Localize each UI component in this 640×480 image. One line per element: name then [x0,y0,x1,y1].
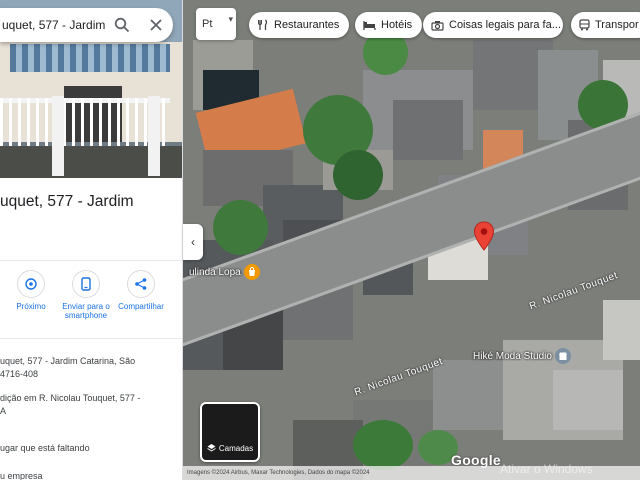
layers-button[interactable]: Camadas [200,402,260,462]
add-missing-place-link[interactable]: ugar que está faltando [0,442,175,454]
search-icon[interactable] [105,8,139,42]
address-line[interactable]: uquet, 577 - Jardim Catarina, São [0,355,175,367]
fork-knife-icon [257,19,269,31]
tree [213,200,268,255]
chip-hotels[interactable]: Hotéis [355,12,423,38]
photo-tiles [10,44,170,72]
location-pin-icon[interactable] [473,221,495,251]
photo-post [148,96,160,176]
nearby-icon [17,270,45,298]
building [553,370,623,430]
share-label: Compartilhar [118,302,164,311]
place-title: uquet, 577 - Jardim [0,193,134,210]
windows-activation-watermark: Ativar o Windows [500,462,593,476]
share-icon [127,270,155,298]
phone-icon [72,270,100,298]
chevron-down-icon: ▾ [228,14,233,24]
bus-icon [579,19,590,31]
collapse-panel-button[interactable]: ‹ [183,224,203,260]
chip-label: Hotéis [381,19,413,31]
photo-post [52,96,64,176]
poi-label: ulinda Lopa [189,266,241,278]
bed-icon [363,20,376,31]
divider [0,338,182,339]
poi-marker[interactable]: Hiké Moda Studio [473,348,574,364]
layers-icon [207,443,216,454]
close-icon[interactable] [139,8,173,42]
search-input[interactable]: uquet, 577 - Jardim Cata [0,18,105,32]
tree [333,150,383,200]
street-label: R. Nicolau Touquet [353,356,445,399]
chip-things-to-do[interactable]: Coisas legais para fa... [423,12,563,38]
suggest-edit-link[interactable]: dição em R. Nicolau Touquet, 577 - [0,392,175,404]
building [603,300,640,360]
poi-label: Hiké Moda Studio [473,350,552,362]
language-toggle-label: Pt [202,18,213,30]
share-button[interactable]: Compartilhar [113,270,169,311]
poi-marker[interactable]: ulinda Lopa [189,264,263,280]
place-subtitle [0,215,182,237]
language-toggle[interactable]: Pt ▾ [196,8,236,40]
place-panel: uquet, 577 - Jardim Cata uquet, 577 - Ja… [0,0,183,480]
send-to-phone-label: Enviar para o smartphone [62,302,110,320]
divider [0,260,182,261]
suggest-edit-link-cont: A [0,406,7,416]
building [393,100,463,160]
search-box[interactable]: uquet, 577 - Jardim Cata [0,8,173,42]
chip-transit[interactable]: Transpor [571,12,640,38]
shopping-icon [243,264,260,280]
send-to-phone-button[interactable]: Enviar para o smartphone [58,270,114,320]
chip-label: Transpor [595,19,639,31]
nearby-label: Próximo [16,302,46,311]
layers-label: Camadas [218,444,254,453]
layers-button-label: Camadas [202,443,258,454]
chip-label: Coisas legais para fa... [449,19,561,31]
chevron-left-icon: ‹ [191,235,195,249]
store-icon [554,348,571,364]
add-business-link[interactable]: u empresa [0,470,175,480]
camera-icon [431,20,444,31]
tree [353,420,413,470]
address-postcode: 4716-408 [0,369,39,379]
nearby-button[interactable]: Próximo [3,270,59,311]
chip-restaurants[interactable]: Restaurantes [249,12,350,38]
photo-railing [0,98,170,146]
chip-label: Restaurantes [274,19,340,31]
